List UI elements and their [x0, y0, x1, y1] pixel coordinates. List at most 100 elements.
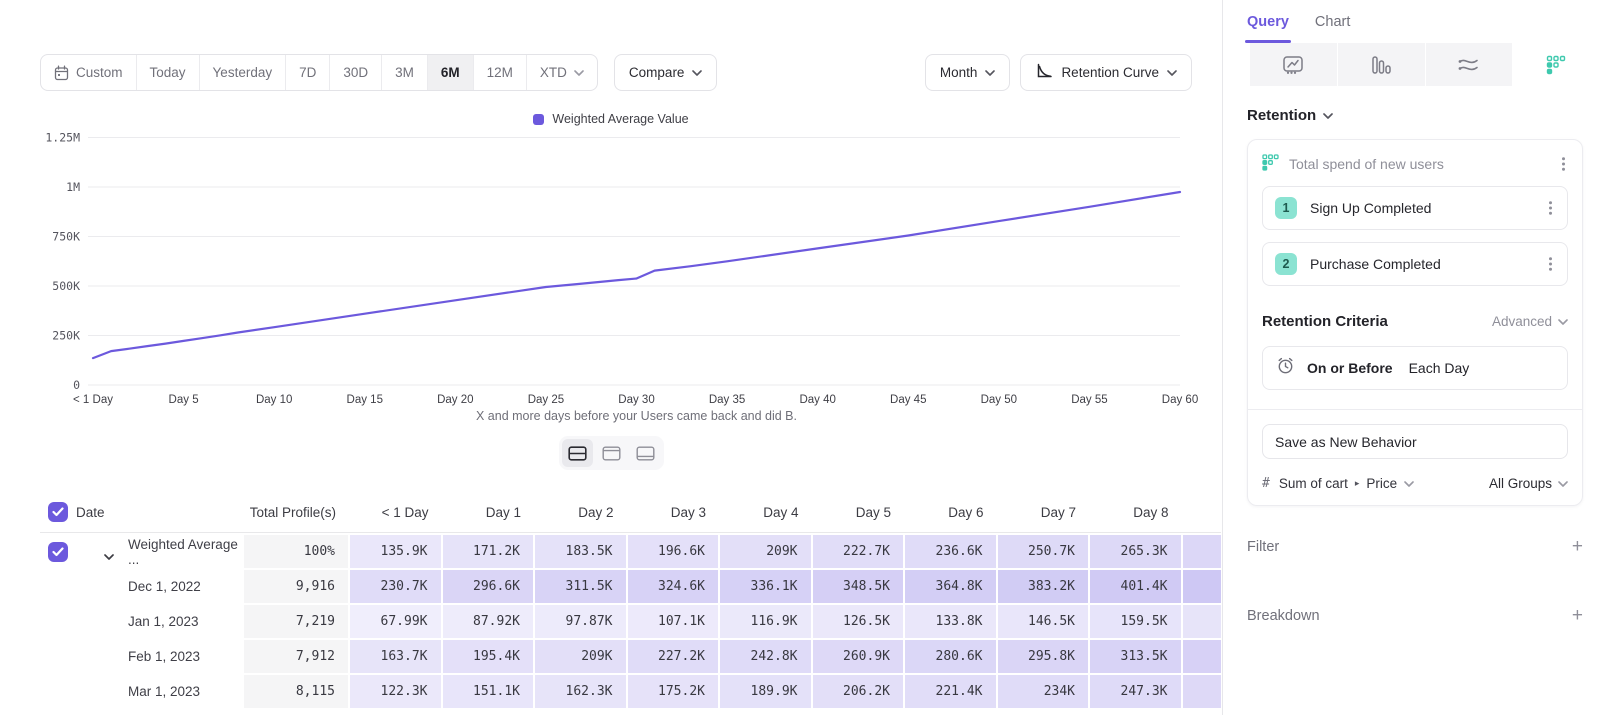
retention-value-cell[interactable]: 189.9K: [720, 675, 813, 708]
range-yesterday[interactable]: Yesterday: [200, 55, 287, 90]
retention-value-cell[interactable]: 195.4K: [443, 640, 536, 673]
retention-value-cell[interactable]: 234K: [998, 675, 1091, 708]
retention-value-cell[interactable]: 280.6K: [905, 640, 998, 673]
retention-value-cell[interactable]: 250.7K: [998, 535, 1091, 568]
retention-value-cell[interactable]: 67.99K: [350, 605, 443, 638]
chart-type-tab-flow[interactable]: [1425, 43, 1513, 86]
column-header[interactable]: < 1 Day: [350, 505, 443, 520]
retention-value-cell[interactable]: 135.9K: [350, 535, 443, 568]
retention-value-cell[interactable]: 163.7K: [350, 640, 443, 673]
add-breakdown-button[interactable]: +: [1572, 606, 1583, 625]
retention-value-cell[interactable]: 133.8K: [905, 605, 998, 638]
chart-type-dropdown[interactable]: Retention Curve: [1020, 54, 1192, 91]
retention-value-cell[interactable]: 175.2K: [628, 675, 721, 708]
range-6m[interactable]: 6M: [428, 55, 474, 90]
retention-value-cell[interactable]: 236.6K: [905, 535, 998, 568]
retention-value-cell[interactable]: 364.8K: [905, 570, 998, 603]
retention-value-cell[interactable]: 162.3K: [535, 675, 628, 708]
compare-button[interactable]: Compare: [614, 54, 718, 91]
range-30d[interactable]: 30D: [330, 55, 382, 90]
retention-value-cell[interactable]: 87.92K: [443, 605, 536, 638]
criteria-mode-dropdown[interactable]: Advanced: [1492, 314, 1568, 329]
column-header[interactable]: Day 7: [998, 505, 1091, 520]
all-groups-dropdown[interactable]: All Groups: [1489, 476, 1568, 491]
column-header[interactable]: Total Profile(s): [244, 505, 350, 520]
retention-value-cell[interactable]: 222.7K: [813, 535, 906, 568]
tab-query[interactable]: Query: [1247, 14, 1289, 43]
retention-section-dropdown[interactable]: Retention: [1247, 107, 1583, 124]
range-7d[interactable]: 7D: [286, 55, 330, 90]
retention-value-cell[interactable]: 336.1K: [720, 570, 813, 603]
granularity-dropdown[interactable]: Month: [925, 54, 1011, 91]
row-label[interactable]: Mar 1, 2023: [76, 675, 244, 708]
view-toggle-chart-only[interactable]: [596, 439, 627, 467]
range-today[interactable]: Today: [137, 55, 200, 90]
retention-value-cell[interactable]: 206.2K: [813, 675, 906, 708]
retention-value-cell[interactable]: 196.6K: [628, 535, 721, 568]
kebab-menu-icon[interactable]: [1559, 157, 1568, 171]
behavior-step-1[interactable]: 1Sign Up Completed: [1262, 186, 1568, 230]
retention-value-cell[interactable]: 227.2K: [628, 640, 721, 673]
add-filter-button[interactable]: +: [1572, 537, 1583, 556]
retention-value-cell[interactable]: 116.9K: [720, 605, 813, 638]
checkbox-checked[interactable]: [48, 542, 68, 562]
retention-value-cell[interactable]: 295.8K: [998, 640, 1091, 673]
range-3m[interactable]: 3M: [382, 55, 428, 90]
checkbox-checked[interactable]: [48, 502, 68, 522]
save-as-new-behavior-button[interactable]: Save as New Behavior: [1262, 424, 1568, 459]
range-12m[interactable]: 12M: [474, 55, 527, 90]
retention-timing-row[interactable]: On or Before Each Day: [1262, 346, 1568, 390]
retention-value-cell[interactable]: 242.8K: [720, 640, 813, 673]
kebab-menu-icon[interactable]: [1546, 257, 1555, 271]
column-header[interactable]: Day 8: [1090, 505, 1183, 520]
retention-value-cell[interactable]: 311.5K: [535, 570, 628, 603]
column-header[interactable]: Day 2: [535, 505, 628, 520]
retention-value-cell[interactable]: 348.5K: [813, 570, 906, 603]
retention-value-cell[interactable]: 401.4K: [1090, 570, 1183, 603]
range-custom[interactable]: Custom: [41, 55, 137, 90]
view-toggle-split-view[interactable]: [562, 439, 593, 467]
row-expander-chevron-icon[interactable]: [104, 548, 114, 563]
row-label[interactable]: Feb 1, 2023: [76, 640, 244, 673]
behavior-title[interactable]: Total spend of new users: [1289, 156, 1444, 172]
retention-value-cell[interactable]: 260.9K: [813, 640, 906, 673]
tab-chart[interactable]: Chart: [1315, 14, 1350, 43]
retention-value-cell[interactable]: 296.6K: [443, 570, 536, 603]
column-header[interactable]: Day 6: [905, 505, 998, 520]
retention-value-cell[interactable]: 126.5K: [813, 605, 906, 638]
retention-value-cell[interactable]: 146.5K: [998, 605, 1091, 638]
chart-type-tab-insights-line[interactable]: [1250, 43, 1337, 86]
retention-value-cell[interactable]: 230.7K: [350, 570, 443, 603]
retention-value-cell[interactable]: 97.87K: [535, 605, 628, 638]
behavior-step-2[interactable]: 2Purchase Completed: [1262, 242, 1568, 286]
retention-value-cell[interactable]: 209K: [720, 535, 813, 568]
retention-value-cell[interactable]: 324.6K: [628, 570, 721, 603]
property-dropdown[interactable]: Sum of cart ▸ Price: [1279, 476, 1414, 491]
column-header[interactable]: Day 5: [813, 505, 906, 520]
column-header[interactable]: Day 1: [443, 505, 536, 520]
column-header-date[interactable]: Date: [76, 505, 244, 520]
retention-value-cell[interactable]: 383.2K: [998, 570, 1091, 603]
retention-value-cell[interactable]: 247.3K: [1090, 675, 1183, 708]
retention-value-cell[interactable]: 159.5K: [1090, 605, 1183, 638]
column-header[interactable]: Day 4: [720, 505, 813, 520]
divider: [1248, 409, 1582, 410]
row-label[interactable]: Jan 1, 2023: [76, 605, 244, 638]
retention-value-cell[interactable]: 265.3K: [1090, 535, 1183, 568]
retention-value-cell[interactable]: 107.1K: [628, 605, 721, 638]
retention-value-cell[interactable]: 313.5K: [1090, 640, 1183, 673]
column-header[interactable]: Day 3: [628, 505, 721, 520]
retention-value-cell[interactable]: 183.5K: [535, 535, 628, 568]
row-label[interactable]: Dec 1, 2022: [76, 570, 244, 603]
retention-value-cell[interactable]: 151.1K: [443, 675, 536, 708]
chart-type-tab-funnel-bars[interactable]: [1337, 43, 1425, 86]
retention-value-cell[interactable]: 171.2K: [443, 535, 536, 568]
view-toggle-table-only[interactable]: [630, 439, 661, 467]
chart-type-tab-retention[interactable]: [1512, 43, 1599, 86]
kebab-menu-icon[interactable]: [1546, 201, 1555, 215]
range-xtd[interactable]: XTD: [527, 55, 597, 90]
retention-value-cell[interactable]: 122.3K: [350, 675, 443, 708]
retention-value-cell[interactable]: 221.4K: [905, 675, 998, 708]
row-label[interactable]: Weighted Average ...: [76, 535, 244, 568]
retention-value-cell[interactable]: 209K: [535, 640, 628, 673]
